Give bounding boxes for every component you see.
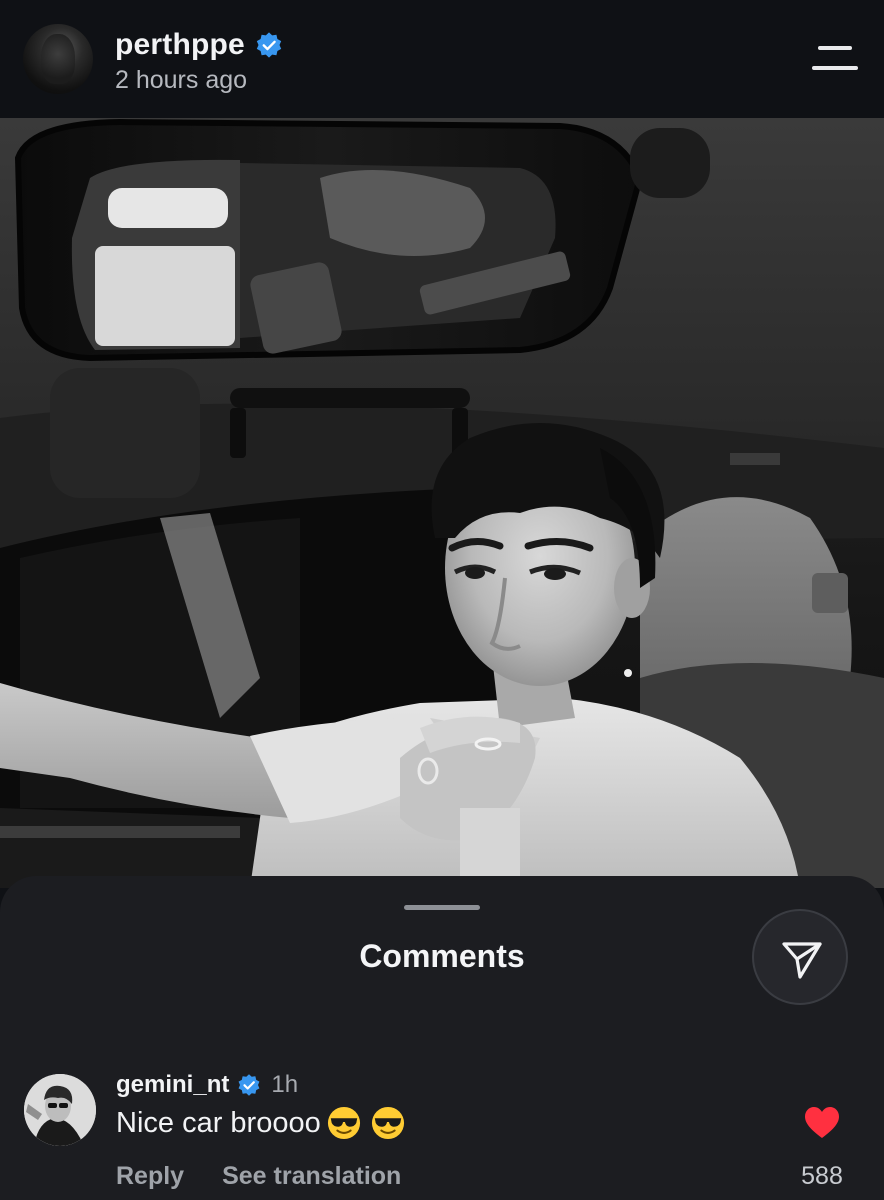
comment-item: gemini_nt 1h Nice car broooo Reply See t… [0, 1066, 884, 1200]
comments-sheet: Comments gemini_nt 1h Nice car broooo Re… [0, 876, 884, 1200]
comment-time: 1h [271, 1071, 299, 1098]
comment-text: Nice car broooo [116, 1106, 321, 1139]
photo-image [0, 118, 884, 888]
post-view: perthppe 2 hours ago Comments gemini_nt … [0, 0, 884, 1200]
menu-icon[interactable] [812, 44, 858, 72]
author-avatar[interactable] [23, 24, 93, 94]
reply-button[interactable]: Reply [116, 1162, 184, 1191]
author-username[interactable]: perthppe [115, 28, 245, 62]
sunglasses-emoji-icon [371, 1106, 404, 1140]
heart-icon[interactable] [804, 1106, 840, 1140]
verified-badge-icon [256, 32, 282, 58]
sheet-grabber[interactable] [404, 905, 480, 910]
see-translation-button[interactable]: See translation [222, 1162, 401, 1191]
share-button[interactable] [752, 909, 848, 1005]
like-count: 588 [801, 1162, 843, 1190]
commenter-name-row: gemini_nt 1h [116, 1071, 298, 1099]
verified-badge-icon [238, 1074, 260, 1096]
commenter-avatar[interactable] [24, 1074, 96, 1146]
post-header: perthppe 2 hours ago [0, 0, 884, 118]
commenter-photo [24, 1074, 96, 1146]
post-timestamp: 2 hours ago [115, 66, 248, 94]
author-name-row: perthppe [115, 28, 283, 62]
post-photo[interactable] [0, 118, 884, 888]
send-icon [782, 942, 822, 979]
commenter-username[interactable]: gemini_nt [116, 1071, 229, 1099]
comment-actions: Reply See translation [116, 1162, 401, 1191]
sunglasses-emoji-icon [327, 1106, 360, 1140]
comment-text-row: Nice car broooo [116, 1106, 405, 1140]
